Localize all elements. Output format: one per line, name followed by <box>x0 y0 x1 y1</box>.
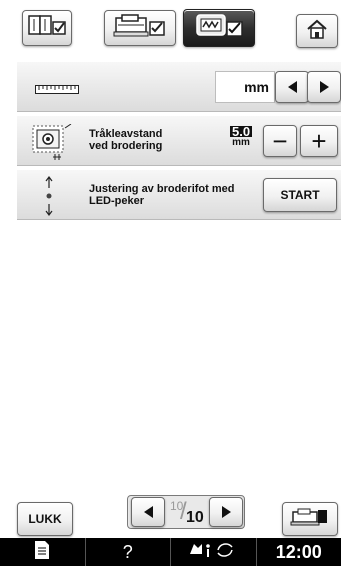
help-button[interactable]: ? <box>86 538 171 566</box>
embroidery-frame-settings-icon <box>191 12 247 45</box>
distance-unit-text: mm <box>232 137 250 148</box>
clock-time: 12:00 <box>275 541 322 562</box>
close-label: LUKK <box>28 512 62 526</box>
led-adjust-label: Justering av broderifot med LED-peker <box>89 183 234 207</box>
page-prev-button[interactable] <box>131 497 165 527</box>
basting-distance-label-line2: ved brodering <box>89 140 163 152</box>
home-icon <box>305 18 329 45</box>
led-start-label: START <box>280 188 320 202</box>
basting-distance-label: Tråkleavstand ved brodering <box>89 128 162 152</box>
basting-distance-label-line1: Tråkleavstand <box>89 128 163 140</box>
led-start-button[interactable]: START <box>263 178 337 212</box>
close-button[interactable]: LUKK <box>17 502 73 536</box>
embroidery-machine-icon <box>290 506 330 533</box>
distance-plus-button[interactable]: + <box>300 125 338 157</box>
distance-minus-button[interactable]: − <box>263 125 297 157</box>
document-icon <box>33 540 51 565</box>
machine-status-icon <box>188 540 238 565</box>
tab-embroidery-settings[interactable] <box>104 10 176 46</box>
arrow-right-icon <box>319 81 329 93</box>
page-navigator: 10 / 10 <box>127 495 245 529</box>
plus-icon: + <box>311 126 327 156</box>
led-adjust-label-line1: Justering av broderifot med <box>89 183 235 195</box>
help-icon: ? <box>122 541 133 562</box>
led-pointer-icon <box>43 176 55 221</box>
units-next-button[interactable] <box>307 71 341 103</box>
tab-sewing-settings[interactable] <box>22 10 72 46</box>
status-machine-indicator <box>171 538 257 566</box>
sewing-settings-icon <box>27 13 67 44</box>
units-value-text: mm <box>244 79 269 95</box>
ruler-icon <box>35 82 79 100</box>
arrow-left-icon <box>287 81 297 93</box>
arrow-left-icon <box>143 506 153 518</box>
units-setting-row: mm <box>17 61 341 111</box>
status-doc-button[interactable] <box>0 538 86 566</box>
units-value: mm <box>215 71 275 103</box>
embroidery-settings-icon <box>112 13 168 44</box>
tab-embroidery-frame-settings[interactable] <box>183 9 255 47</box>
page-total: 10 <box>186 509 204 526</box>
basting-distance-row: Tråkleavstand ved brodering 5.0 mm − + <box>17 115 341 165</box>
page-indicator: 10 / 10 <box>168 498 206 528</box>
clock: 12:00 <box>257 538 341 566</box>
page-next-button[interactable] <box>209 497 243 527</box>
status-bar: ? 12:00 <box>0 538 341 566</box>
units-prev-button[interactable] <box>275 71 309 103</box>
embroidery-mode-button[interactable] <box>282 502 338 536</box>
minus-icon: − <box>272 126 288 156</box>
frame-distance-icon <box>31 123 77 165</box>
led-adjust-label-line2: LED-peker <box>89 195 145 207</box>
home-button[interactable] <box>296 14 338 48</box>
basting-distance-value: 5.0 mm <box>230 124 253 148</box>
arrow-right-icon <box>221 506 231 518</box>
distance-value-text: 5.0 <box>230 124 253 139</box>
led-adjust-row: Justering av broderifot med LED-peker ST… <box>17 169 341 219</box>
